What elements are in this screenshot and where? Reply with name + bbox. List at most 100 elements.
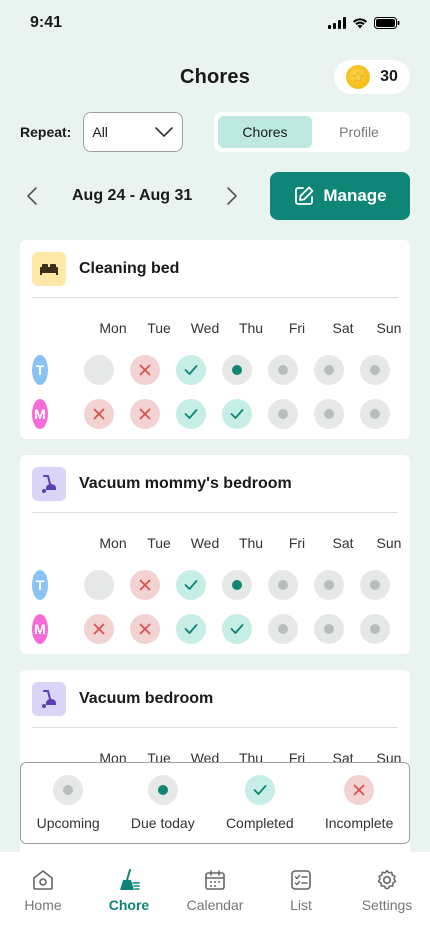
status-cell[interactable] — [122, 355, 168, 385]
tab-label: List — [290, 897, 312, 913]
status-cell[interactable] — [306, 570, 352, 600]
tab-calendar[interactable]: Calendar — [179, 868, 251, 913]
day-header-row: Mon Tue Wed Thu Fri Sat Sun — [32, 308, 401, 348]
tab-home[interactable]: Home — [7, 868, 79, 913]
chevron-down-icon — [155, 127, 174, 137]
upcoming-icon — [314, 570, 344, 600]
cross-icon — [130, 570, 160, 600]
chore-card[interactable]: Vacuum mommy's bedroom Mon Tue Wed Thu F… — [20, 455, 410, 654]
upcoming-icon — [268, 570, 298, 600]
tab-chore[interactable]: Chore — [93, 868, 165, 913]
person-row: M — [32, 392, 398, 436]
status-cell[interactable] — [122, 614, 168, 644]
status-cell[interactable] — [168, 399, 214, 429]
status-cell[interactable] — [260, 570, 306, 600]
cross-icon — [130, 355, 160, 385]
manage-button[interactable]: Manage — [270, 172, 410, 220]
chore-card-header: Vacuum bedroom — [32, 670, 398, 728]
vacuum-icon — [32, 466, 66, 501]
cross-icon — [130, 399, 160, 429]
status-cell[interactable] — [306, 614, 352, 644]
check-icon — [176, 614, 206, 644]
status-cell[interactable] — [168, 570, 214, 600]
upcoming-icon — [360, 355, 390, 385]
avatar[interactable]: M — [32, 614, 48, 644]
day-label: Sat — [332, 535, 354, 551]
vacuum-icon — [32, 681, 66, 716]
page-title: Chores — [179, 65, 251, 88]
upcoming-icon — [268, 614, 298, 644]
check-icon — [222, 614, 252, 644]
cross-icon — [84, 399, 114, 429]
status-cell[interactable] — [214, 570, 260, 600]
coin-count: 30 — [380, 68, 398, 85]
status-cell[interactable] — [76, 570, 122, 600]
chore-title: Vacuum mommy's bedroom — [79, 474, 292, 492]
status-cell[interactable] — [306, 399, 352, 429]
day-label: Fri — [288, 535, 306, 551]
status-icons — [328, 17, 400, 29]
status-cell[interactable] — [76, 399, 122, 429]
avatar[interactable]: T — [32, 570, 48, 600]
day-label: Thu — [238, 320, 264, 336]
day-grid: Mon Tue Wed Thu Fri Sat Sun — [90, 320, 412, 336]
status-cell[interactable] — [306, 355, 352, 385]
day-label: Mon — [99, 535, 127, 551]
chore-title: Cleaning bed — [79, 259, 180, 277]
status-cell[interactable] — [260, 355, 306, 385]
status-cell[interactable] — [352, 570, 398, 600]
coin-balance[interactable]: 30 — [334, 60, 410, 94]
status-legend: Upcoming Due today Completed Incomplete — [20, 762, 410, 844]
signal-icon — [328, 17, 346, 29]
status-cell[interactable] — [214, 355, 260, 385]
upcoming-icon — [314, 614, 344, 644]
avatar[interactable]: M — [32, 399, 48, 429]
person-row: M — [32, 607, 398, 651]
status-cell[interactable] — [260, 399, 306, 429]
day-label: Tue — [147, 320, 171, 336]
day-label: Wed — [190, 535, 220, 551]
week-navigator: Aug 24 - Aug 31 Manage — [20, 172, 410, 220]
status-cell[interactable] — [260, 614, 306, 644]
status-cell[interactable] — [352, 399, 398, 429]
chore-card-header: Vacuum mommy's bedroom — [32, 455, 398, 513]
day-label: Tue — [147, 535, 171, 551]
status-cell[interactable] — [168, 355, 214, 385]
tab-label: Calendar — [186, 897, 244, 913]
day-label: Thu — [238, 535, 264, 551]
status-cell[interactable] — [214, 399, 260, 429]
status-cell[interactable] — [168, 614, 214, 644]
home-icon — [33, 870, 53, 890]
day-label: Wed — [190, 320, 220, 336]
segment-profile[interactable]: Profile — [312, 116, 406, 148]
legend-label: Completed — [225, 815, 294, 831]
next-week-button[interactable] — [220, 184, 244, 208]
list-icon — [291, 870, 311, 890]
status-bar: 9:41 — [0, 0, 430, 46]
segment-chores[interactable]: Chores — [218, 116, 312, 148]
status-cell[interactable] — [76, 355, 122, 385]
tab-list[interactable]: List — [265, 868, 337, 913]
upcoming-icon — [360, 399, 390, 429]
tab-settings[interactable]: Settings — [351, 868, 423, 913]
upcoming-icon — [268, 399, 298, 429]
avatar[interactable]: T — [32, 355, 48, 385]
status-cell[interactable] — [352, 355, 398, 385]
status-cell[interactable] — [122, 399, 168, 429]
status-cell[interactable] — [214, 614, 260, 644]
upcoming-icon — [360, 614, 390, 644]
day-label: Fri — [288, 320, 306, 336]
chevron-left-icon — [27, 187, 37, 205]
repeat-select[interactable]: All — [83, 112, 184, 152]
prev-week-button[interactable] — [20, 184, 44, 208]
status-cell[interactable] — [76, 614, 122, 644]
status-time: 9:41 — [30, 14, 63, 31]
status-cell[interactable] — [352, 614, 398, 644]
page-header: Chores 30 — [0, 56, 430, 98]
day-label: Mon — [99, 320, 127, 336]
legend-completed: Completed — [226, 775, 294, 831]
status-cell[interactable] — [122, 570, 168, 600]
empty-status-icon — [84, 570, 114, 600]
chore-card[interactable]: Cleaning bed Mon Tue Wed Thu Fri Sat Sun… — [20, 240, 410, 439]
broom-icon — [120, 869, 140, 890]
